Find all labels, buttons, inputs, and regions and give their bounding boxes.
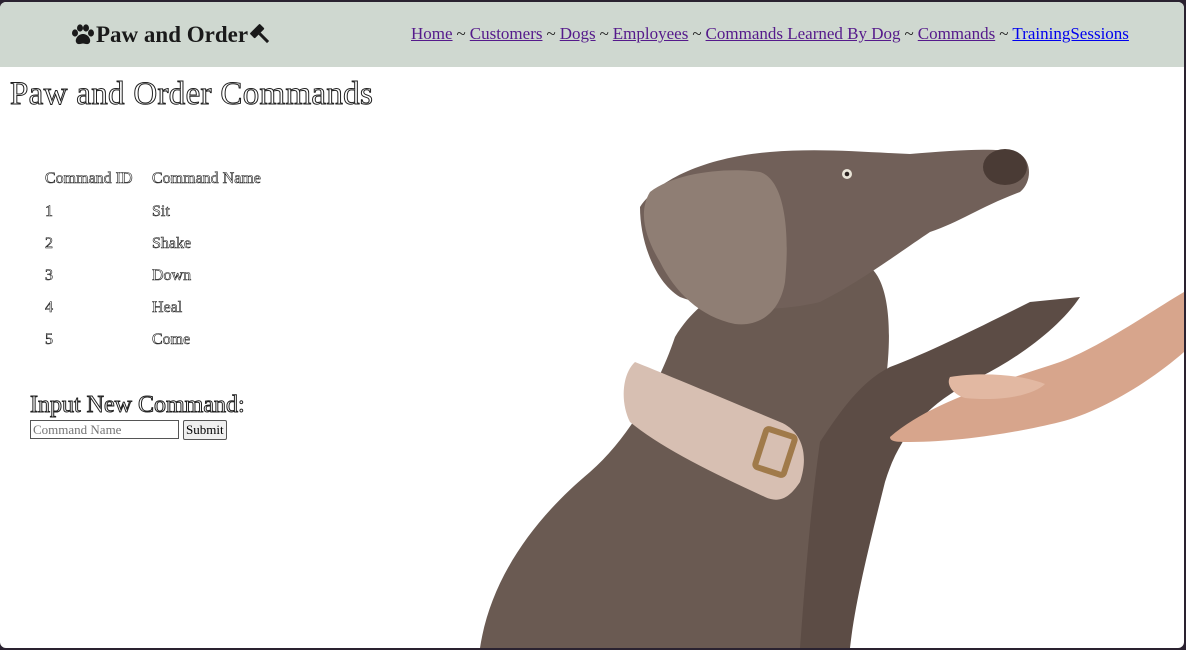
cell-command-id: 5: [45, 331, 54, 349]
brand-name: Paw and Order: [96, 22, 249, 47]
cell-command-name: Down: [152, 267, 192, 285]
table-row: 2 Shake: [38, 228, 268, 260]
submit-button[interactable]: Submit: [183, 420, 227, 440]
cell-command-name: Heal: [152, 299, 183, 317]
cell-command-id: 2: [45, 235, 54, 253]
new-command-form: Submit: [30, 420, 227, 440]
cell-command-name: Shake: [152, 235, 192, 253]
nav-separator: ~: [692, 24, 702, 43]
table-row: 4 Heal: [38, 292, 268, 324]
cell-command-id: 1: [45, 203, 54, 221]
nav-link-training-sessions[interactable]: TrainingSessions: [1012, 24, 1129, 43]
nav-link-home[interactable]: Home: [411, 24, 453, 43]
column-header-command-name: Command Name: [152, 170, 261, 188]
cell-command-name: Come: [152, 331, 191, 349]
dog-background-image: [460, 112, 1184, 648]
cell-command-id: 3: [45, 267, 54, 285]
main-nav: Home ~ Customers ~ Dogs ~ Employees ~ Commands L…: [411, 24, 1129, 44]
page-title: Paw and Order Commands: [9, 76, 374, 113]
command-name-input[interactable]: [30, 420, 179, 439]
nav-separator: ~: [904, 24, 914, 43]
column-header-command-id: Command ID: [45, 170, 133, 188]
nav-link-employees[interactable]: Employees: [613, 24, 689, 43]
table-row: 3 Down: [38, 260, 268, 292]
nav-link-commands[interactable]: Commands: [918, 24, 995, 43]
cell-command-name: Sit: [152, 203, 170, 221]
nav-link-customers[interactable]: Customers: [470, 24, 543, 43]
nav-separator: ~: [599, 24, 609, 43]
nav-link-dogs[interactable]: Dogs: [560, 24, 596, 43]
browser-window: Paw and Order Home ~ Customers ~ Dogs ~ Employ…: [0, 2, 1184, 648]
brand: Paw and Order: [71, 19, 273, 51]
gavel-icon: [249, 23, 273, 47]
paw-icon: [71, 24, 95, 46]
nav-separator: ~: [546, 24, 556, 43]
site-header: Paw and Order Home ~ Customers ~ Dogs ~ Employ…: [0, 2, 1184, 67]
table-row: 1 Sit: [38, 196, 268, 228]
nav-link-commands-learned-by-dog[interactable]: Commands Learned By Dog: [706, 24, 901, 43]
commands-table: Command ID Command Name 1 Sit 2 Shake 3 …: [38, 162, 268, 356]
nav-separator: ~: [999, 24, 1009, 43]
nav-separator: ~: [456, 24, 466, 43]
table-row: 5 Come: [38, 324, 268, 356]
table-header-row: Command ID Command Name: [38, 162, 268, 196]
new-command-form-title: Input New Command:: [30, 392, 246, 419]
cell-command-id: 4: [45, 299, 54, 317]
